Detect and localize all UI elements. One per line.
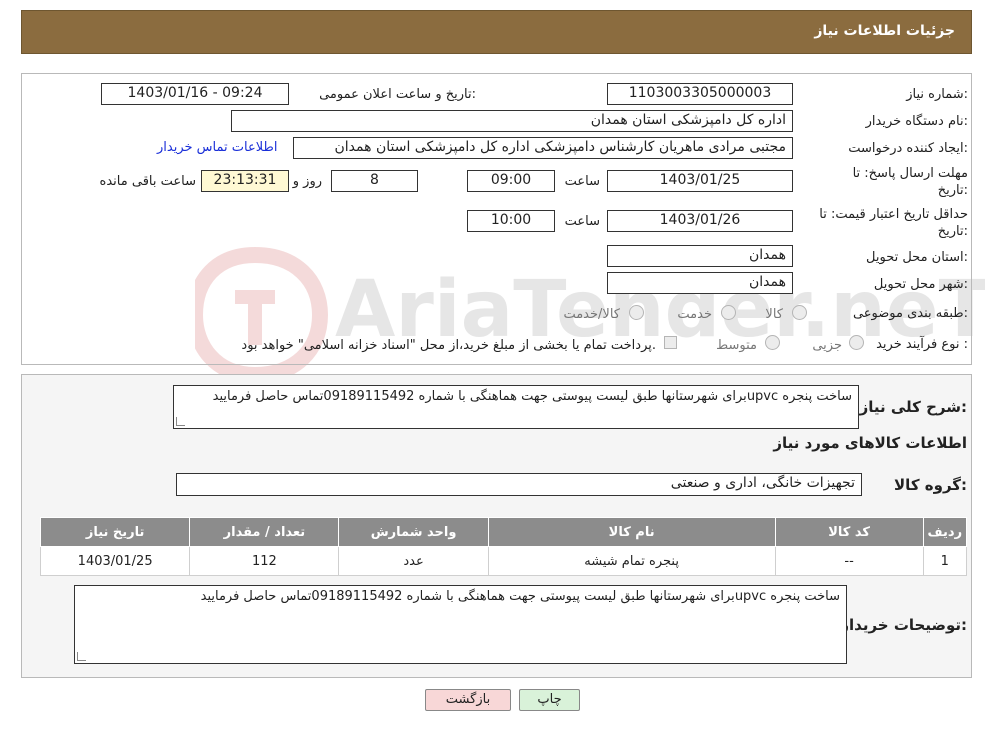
description-textarea[interactable]: ساخت پنجره upvcبرای شهرستانها طبق لیست پ… — [173, 385, 859, 429]
city-label: شهر محل تحویل: — [873, 277, 968, 292]
cell-qty: 112 — [189, 546, 340, 576]
remaining-label: ساعت باقی مانده — [99, 174, 196, 189]
category-radio-goods-service[interactable] — [629, 305, 644, 320]
cell-code: -- — [774, 546, 924, 576]
col-date-header: تاریخ نیاز — [39, 517, 191, 547]
buyer-notes-textarea[interactable]: ساخت پنجره upvcبرای شهرستانها طبق لیست پ… — [74, 585, 847, 664]
process-label: نوع فرآیند خرید : — [876, 337, 968, 352]
process-option-minor: جزیی — [812, 338, 842, 353]
creator-field: مجتبی مرادی ماهریان کارشناس دامپزشکی ادا… — [293, 137, 793, 159]
announce-field: 1403/01/16 - 09:24 — [101, 83, 289, 105]
deadline-time-field: 09:00 — [467, 170, 555, 192]
need-number-label: شماره نیاز: — [906, 87, 968, 102]
col-unit-header: واحد شمارش — [338, 517, 489, 547]
process-option-medium: متوسط — [716, 338, 757, 353]
buyer-notes-text: ساخت پنجره upvcبرای شهرستانها طبق لیست پ… — [200, 589, 840, 604]
goods-section-title: اطلاعات کالاهای مورد نیاز — [773, 434, 967, 452]
cell-row: 1 — [922, 546, 968, 576]
description-label: شرح کلی نیاز: — [859, 398, 967, 416]
category-radio-service[interactable] — [721, 305, 736, 320]
validity-time-label: ساعت — [564, 214, 600, 229]
back-button[interactable]: بازگشت — [425, 689, 511, 711]
deadline-date-field: 1403/01/25 — [607, 170, 793, 192]
category-option-goods-service: کالا/خدمت — [563, 307, 620, 322]
validity-date-field: 1403/01/26 — [607, 210, 793, 232]
process-radio-minor[interactable] — [849, 335, 864, 350]
deadline-label: مهلت ارسال پاسخ: تا تاریخ: — [853, 165, 968, 199]
process-radio-medium[interactable] — [765, 335, 780, 350]
category-label: طبقه بندی موضوعی: — [852, 306, 968, 321]
cell-unit: عدد — [338, 546, 489, 576]
validity-label: حداقل تاریخ اعتبار قیمت: تا تاریخ: — [819, 206, 968, 240]
col-code-header: کد کالا — [774, 517, 924, 547]
days-label: روز و — [292, 174, 322, 189]
buyer-notes-label: توضیحات خریدار: — [840, 616, 967, 634]
resize-handle-icon[interactable] — [77, 652, 86, 661]
page-header: جزئیات اطلاعات نیاز — [21, 10, 972, 54]
buyer-org-field: اداره کل دامپزشکی استان همدان — [231, 110, 793, 132]
buyer-org-label: نام دستگاه خریدار: — [865, 114, 968, 129]
col-name-header: نام کالا — [487, 517, 776, 547]
category-option-goods: کالا — [765, 307, 783, 322]
province-label: استان محل تحویل: — [866, 250, 968, 265]
goods-group-field: تجهیزات خانگی، اداری و صنعتی — [176, 473, 862, 496]
buyer-contact-link[interactable]: اطلاعات تماس خریدار — [157, 140, 277, 155]
category-radio-goods[interactable] — [792, 305, 807, 320]
goods-group-label: گروه کالا: — [894, 476, 967, 494]
table-header-row: ردیف کد کالا نام کالا واحد شمارش تعداد /… — [39, 517, 968, 547]
category-option-service: خدمت — [677, 307, 712, 322]
print-button[interactable]: چاپ — [519, 689, 580, 711]
deadline-label-line2: تاریخ: — [937, 183, 968, 198]
payment-checkbox[interactable] — [664, 336, 677, 349]
payment-note: پرداخت تمام یا بخشی از مبلغ خرید،از محل … — [241, 338, 656, 353]
city-field: همدان — [607, 272, 793, 294]
announce-label: تاریخ و ساعت اعلان عمومی: — [319, 87, 476, 102]
table-row: 1 -- پنجره تمام شیشه عدد 112 1403/01/25 — [39, 546, 968, 576]
creator-label: ایجاد کننده درخواست: — [848, 141, 968, 156]
page-title: جزئیات اطلاعات نیاز — [814, 23, 955, 39]
days-field: 8 — [331, 170, 418, 192]
need-number-field: 1103003305000003 — [607, 83, 793, 105]
province-field: همدان — [607, 245, 793, 267]
col-row-header: ردیف — [922, 517, 968, 547]
resize-handle-icon[interactable] — [176, 417, 185, 426]
validity-label-line1: حداقل تاریخ اعتبار قیمت: تا — [819, 207, 968, 222]
validity-time-field: 10:00 — [467, 210, 555, 232]
goods-table: ردیف کد کالا نام کالا واحد شمارش تعداد /… — [39, 517, 968, 576]
remaining-time-field: 23:13:31 — [201, 170, 289, 192]
cell-name: پنجره تمام شیشه — [487, 546, 776, 576]
validity-label-line2: تاریخ: — [937, 224, 968, 239]
cell-date: 1403/01/25 — [39, 546, 191, 576]
col-qty-header: تعداد / مقدار — [189, 517, 340, 547]
description-text: ساخت پنجره upvcبرای شهرستانها طبق لیست پ… — [212, 389, 852, 404]
deadline-label-line1: مهلت ارسال پاسخ: تا — [852, 166, 968, 181]
deadline-time-label: ساعت — [564, 174, 600, 189]
